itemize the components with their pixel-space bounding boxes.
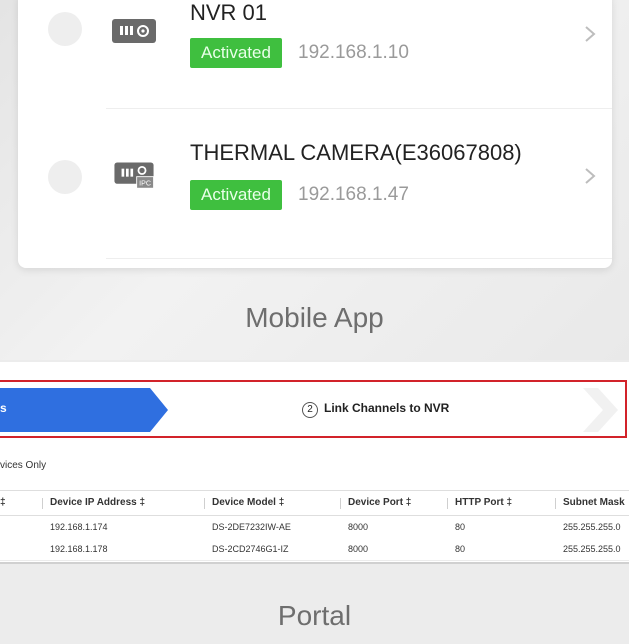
device-ip: 192.168.1.10	[298, 42, 409, 63]
column-header[interactable]: ‡	[0, 497, 6, 508]
svg-text:IPC: IPC	[139, 180, 151, 188]
column-header-subnet[interactable]: Subnet Mask	[563, 497, 625, 508]
status-badge: Activated	[190, 38, 282, 68]
column-separator	[340, 498, 341, 509]
status-badge: Activated	[190, 180, 282, 210]
cell-http-port: 80	[455, 544, 466, 554]
table-row[interactable]: 192.168.1.178 DS-2CD2746G1-IZ 8000 80 25…	[0, 538, 629, 561]
filter-option-label[interactable]: vices Only	[0, 460, 46, 471]
mobile-device-list: NVR 01 Activated 192.168.1.10 IPC THERMA…	[18, 0, 612, 268]
column-separator	[447, 498, 448, 509]
column-header-http-port[interactable]: HTTP Port ‡	[455, 497, 512, 508]
column-separator	[42, 498, 43, 509]
device-select-radio[interactable]	[48, 160, 82, 194]
mobile-app-caption: Mobile App	[245, 302, 384, 333]
device-name: THERMAL CAMERA(E36067808)	[190, 140, 522, 165]
column-header-model[interactable]: Device Model ‡	[212, 497, 284, 508]
device-ip: 192.168.1.47	[298, 184, 409, 205]
ipc-device-icon: IPC	[114, 162, 154, 189]
column-header-ip[interactable]: Device IP Address ‡	[50, 497, 145, 508]
column-header-device-port[interactable]: Device Port ‡	[348, 497, 411, 508]
row-divider	[106, 108, 612, 109]
table-header: ‡ Device IP Address ‡ Device Model ‡ Dev…	[0, 490, 629, 516]
table-row[interactable]: 192.168.1.174 DS-2DE7232IW-AE 8000 80 25…	[0, 516, 629, 539]
cell-device-port: 8000	[348, 544, 369, 554]
cell-http-port: 80	[455, 522, 466, 532]
cell-subnet: 255.255.255.0	[563, 522, 621, 532]
step-2-link-channels[interactable]: 2 Link Channels to NVR	[302, 401, 449, 418]
wizard-steps: s 2 Link Channels to NVR	[0, 380, 629, 442]
step-number-badge: 2	[302, 402, 318, 418]
cell-device-port: 8000	[348, 522, 369, 532]
column-separator	[555, 498, 556, 509]
chevron-right-icon[interactable]	[582, 166, 598, 186]
column-separator	[204, 498, 205, 509]
step-2-label: Link Channels to NVR	[324, 401, 450, 415]
device-select-radio[interactable]	[48, 12, 82, 46]
chevron-right-icon[interactable]	[582, 24, 598, 44]
table-bottom-border	[0, 562, 629, 564]
nvr-device-icon	[112, 19, 156, 43]
step-1-label[interactable]: s	[0, 401, 7, 415]
cell-model: DS-2DE7232IW-AE	[212, 522, 291, 532]
cell-ip: 192.168.1.178	[50, 544, 108, 554]
device-name: NVR 01	[190, 0, 268, 25]
device-row-nvr[interactable]: NVR 01 Activated 192.168.1.10	[18, 0, 612, 122]
cell-subnet: 255.255.255.0	[563, 544, 621, 554]
cell-model: DS-2CD2746G1-IZ	[212, 544, 289, 554]
cell-ip: 192.168.1.174	[50, 522, 108, 532]
device-row-thermal-camera[interactable]: IPC THERMAL CAMERA(E36067808) Activated …	[18, 140, 612, 270]
portal-caption: Portal	[277, 600, 352, 631]
row-divider	[106, 258, 612, 259]
